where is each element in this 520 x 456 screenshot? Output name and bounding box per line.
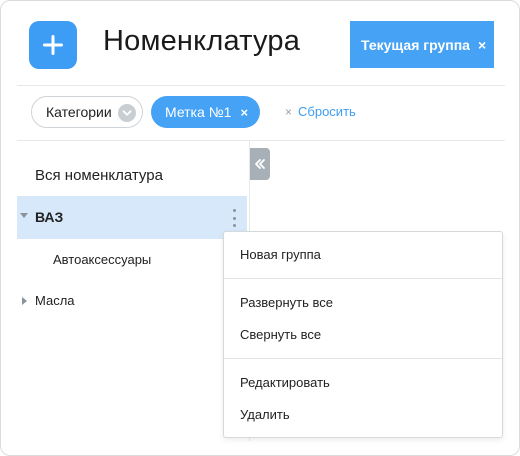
reset-filters-link[interactable]: × Сбросить xyxy=(285,104,356,119)
header-divider xyxy=(17,85,505,86)
menu-separator xyxy=(224,278,502,279)
page-title: Номенклатура xyxy=(103,25,301,57)
reset-label: Сбросить xyxy=(298,104,356,119)
app-window: Номенклатура Текущая группа × Категории … xyxy=(0,0,520,456)
kebab-menu-icon[interactable] xyxy=(231,209,237,227)
double-chevron-left-icon xyxy=(255,159,265,169)
menu-item-new-group[interactable]: Новая группа xyxy=(240,247,321,262)
close-icon[interactable]: × xyxy=(478,37,486,53)
collapse-panel-button[interactable] xyxy=(250,148,270,180)
menu-item-expand-all[interactable]: Развернуть все xyxy=(240,295,333,310)
tree-item-all[interactable]: Вся номенклатура xyxy=(35,167,163,184)
menu-item-delete[interactable]: Удалить xyxy=(240,407,290,422)
caret-down-icon[interactable] xyxy=(20,213,28,218)
add-button[interactable] xyxy=(29,21,77,69)
categories-filter[interactable]: Категории xyxy=(31,96,143,128)
menu-item-collapse-all[interactable]: Свернуть все xyxy=(240,327,321,342)
tree-item-label: Масла xyxy=(35,293,75,308)
menu-item-edit[interactable]: Редактировать xyxy=(240,375,330,390)
current-group-chip[interactable]: Текущая группа × xyxy=(350,21,494,68)
caret-right-icon[interactable] xyxy=(22,297,27,305)
menu-separator xyxy=(224,358,502,359)
close-icon[interactable]: × xyxy=(240,105,248,120)
plus-icon xyxy=(43,35,63,55)
context-menu: Новая группа Развернуть все Свернуть все… xyxy=(223,231,503,438)
tree-item-label: ВАЗ xyxy=(35,209,64,225)
tree-item-autoaccessories[interactable]: Автоаксессуары xyxy=(53,252,151,267)
filter-divider xyxy=(17,140,505,141)
tree-item-vaz[interactable]: ВАЗ xyxy=(17,196,247,239)
tag-label: Метка №1 xyxy=(165,104,232,120)
close-icon: × xyxy=(285,105,293,119)
chevron-down-icon xyxy=(118,104,136,122)
tag-filter-chip[interactable]: Метка №1 × xyxy=(151,96,260,128)
categories-label: Категории xyxy=(46,104,112,120)
current-group-label: Текущая группа xyxy=(361,36,470,53)
tree-item-oils[interactable]: Масла xyxy=(17,293,217,311)
